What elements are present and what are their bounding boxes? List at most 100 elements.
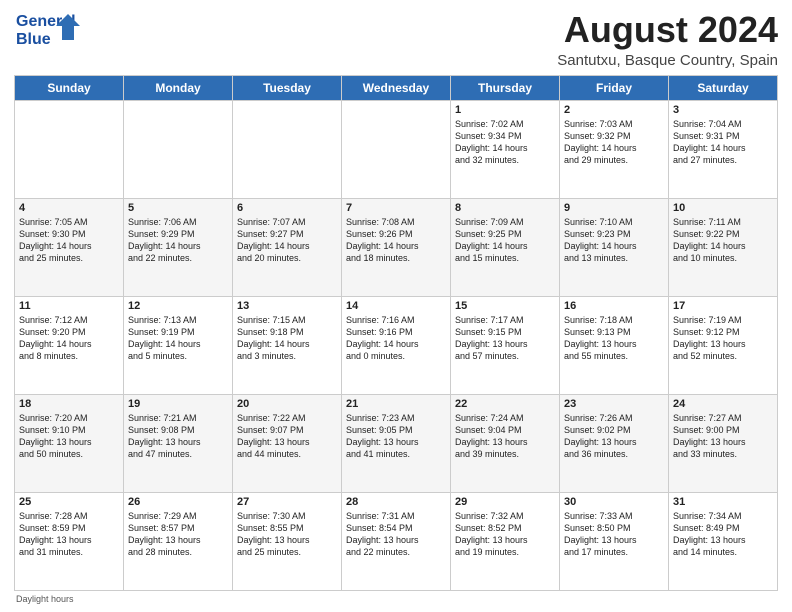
cell-info: Sunrise: 7:07 AM Sunset: 9:27 PM Dayligh… [237,216,337,265]
cell-day-number: 24 [673,398,773,410]
cell-info: Sunrise: 7:15 AM Sunset: 9:18 PM Dayligh… [237,314,337,363]
calendar-cell: 24 Sunrise: 7:27 AM Sunset: 9:00 PM Dayli… [669,394,778,492]
cell-day-number: 8 [455,202,555,214]
cell-info: Sunrise: 7:34 AM Sunset: 8:49 PM Dayligh… [673,510,773,559]
day-header-tuesday: Tuesday [233,75,342,100]
cell-day-number: 14 [346,300,446,312]
cell-info: Sunrise: 7:09 AM Sunset: 9:25 PM Dayligh… [455,216,555,265]
cell-day-number: 19 [128,398,228,410]
cell-day-number: 5 [128,202,228,214]
day-header-monday: Monday [124,75,233,100]
cell-info: Sunrise: 7:18 AM Sunset: 9:13 PM Dayligh… [564,314,664,363]
calendar-week-row: 4Sunrise: 7:05 AM Sunset: 9:30 PM Daylig… [15,198,778,296]
cell-info: Sunrise: 7:19 AM Sunset: 9:12 PM Dayligh… [673,314,773,363]
cell-day-number: 10 [673,202,773,214]
cell-info: Sunrise: 7:26 AM Sunset: 9:02 PM Dayligh… [564,412,664,461]
calendar-cell: 16 Sunrise: 7:18 AM Sunset: 9:13 PM Dayli… [560,296,669,394]
cell-day-number: 23 [564,398,664,410]
cell-info: Sunrise: 7:33 AM Sunset: 8:50 PM Dayligh… [564,510,664,559]
cell-day-number: 4 [19,202,119,214]
calendar-cell [233,100,342,198]
calendar-cell: 30Sunrise: 7:33 AM Sunset: 8:50 PM Dayli… [560,492,669,590]
cell-day-number: 29 [455,496,555,508]
cell-info: Sunrise: 7:21 AM Sunset: 9:08 PM Dayligh… [128,412,228,461]
calendar-cell: 7 Sunrise: 7:08 AM Sunset: 9:26 PM Daylig… [342,198,451,296]
calendar-header-row: SundayMondayTuesdayWednesdayThursdayFrid… [15,75,778,100]
calendar-subtitle: Santutxu, Basque Country, Spain [557,52,778,69]
cell-info: Sunrise: 7:06 AM Sunset: 9:29 PM Dayligh… [128,216,228,265]
cell-day-number: 7 [346,202,446,214]
cell-day-number: 31 [673,496,773,508]
svg-text:Blue: Blue [16,31,51,48]
calendar-cell: 11 Sunrise: 7:12 AM Sunset: 9:20 PM Dayli… [15,296,124,394]
calendar-cell: 22Sunrise: 7:24 AM Sunset: 9:04 PM Dayli… [451,394,560,492]
cell-day-number: 13 [237,300,337,312]
cell-day-number: 15 [455,300,555,312]
calendar-cell: 8 Sunrise: 7:09 AM Sunset: 9:25 PM Daylig… [451,198,560,296]
cell-day-number: 6 [237,202,337,214]
calendar-week-row: 1Sunrise: 7:02 AM Sunset: 9:34 PM Daylig… [15,100,778,198]
calendar-cell: 29 Sunrise: 7:32 AM Sunset: 8:52 PM Dayli… [451,492,560,590]
day-header-thursday: Thursday [451,75,560,100]
cell-info: Sunrise: 7:08 AM Sunset: 9:26 PM Dayligh… [346,216,446,265]
calendar-cell: 26 Sunrise: 7:29 AM Sunset: 8:57 PM Dayli… [124,492,233,590]
cell-day-number: 20 [237,398,337,410]
calendar-table: SundayMondayTuesdayWednesdayThursdayFrid… [14,75,778,591]
cell-day-number: 11 [19,300,119,312]
day-header-saturday: Saturday [669,75,778,100]
calendar-cell: 9Sunrise: 7:10 AM Sunset: 9:23 PM Daylig… [560,198,669,296]
logo: GeneralBlue [14,10,84,50]
calendar-cell: 5 Sunrise: 7:06 AM Sunset: 9:29 PM Daylig… [124,198,233,296]
cell-info: Sunrise: 7:12 AM Sunset: 9:20 PM Dayligh… [19,314,119,363]
cell-info: Sunrise: 7:22 AM Sunset: 9:07 PM Dayligh… [237,412,337,461]
calendar-cell: 14 Sunrise: 7:16 AM Sunset: 9:16 PM Dayli… [342,296,451,394]
calendar-cell: 10 Sunrise: 7:11 AM Sunset: 9:22 PM Dayli… [669,198,778,296]
cell-info: Sunrise: 7:13 AM Sunset: 9:19 PM Dayligh… [128,314,228,363]
footer-note: Daylight hours [14,594,778,604]
cell-info: Sunrise: 7:04 AM Sunset: 9:31 PM Dayligh… [673,118,773,167]
cell-day-number: 1 [455,104,555,116]
cell-day-number: 27 [237,496,337,508]
calendar-cell: 20 Sunrise: 7:22 AM Sunset: 9:07 PM Dayli… [233,394,342,492]
cell-day-number: 18 [19,398,119,410]
calendar-cell [342,100,451,198]
calendar-cell: 3Sunrise: 7:04 AM Sunset: 9:31 PM Daylig… [669,100,778,198]
cell-info: Sunrise: 7:20 AM Sunset: 9:10 PM Dayligh… [19,412,119,461]
calendar-cell: 4Sunrise: 7:05 AM Sunset: 9:30 PM Daylig… [15,198,124,296]
cell-info: Sunrise: 7:16 AM Sunset: 9:16 PM Dayligh… [346,314,446,363]
calendar-title: August 2024 [557,10,778,50]
calendar-cell: 25Sunrise: 7:28 AM Sunset: 8:59 PM Dayli… [15,492,124,590]
calendar-cell: 2 Sunrise: 7:03 AM Sunset: 9:32 PM Daylig… [560,100,669,198]
calendar-cell [15,100,124,198]
title-block: August 2024 Santutxu, Basque Country, Sp… [557,10,778,69]
cell-day-number: 21 [346,398,446,410]
cell-info: Sunrise: 7:23 AM Sunset: 9:05 PM Dayligh… [346,412,446,461]
cell-day-number: 16 [564,300,664,312]
cell-info: Sunrise: 7:27 AM Sunset: 9:00 PM Dayligh… [673,412,773,461]
day-header-wednesday: Wednesday [342,75,451,100]
cell-info: Sunrise: 7:31 AM Sunset: 8:54 PM Dayligh… [346,510,446,559]
calendar-cell: 17 Sunrise: 7:19 AM Sunset: 9:12 PM Dayli… [669,296,778,394]
cell-info: Sunrise: 7:11 AM Sunset: 9:22 PM Dayligh… [673,216,773,265]
cell-day-number: 2 [564,104,664,116]
header: GeneralBlue August 2024 Santutxu, Basque… [14,10,778,69]
cell-info: Sunrise: 7:03 AM Sunset: 9:32 PM Dayligh… [564,118,664,167]
calendar-week-row: 11 Sunrise: 7:12 AM Sunset: 9:20 PM Dayli… [15,296,778,394]
calendar-cell: 1Sunrise: 7:02 AM Sunset: 9:34 PM Daylig… [451,100,560,198]
calendar-cell: 6 Sunrise: 7:07 AM Sunset: 9:27 PM Daylig… [233,198,342,296]
cell-day-number: 26 [128,496,228,508]
cell-info: Sunrise: 7:29 AM Sunset: 8:57 PM Dayligh… [128,510,228,559]
calendar-cell: 18 Sunrise: 7:20 AM Sunset: 9:10 PM Dayli… [15,394,124,492]
calendar-week-row: 25Sunrise: 7:28 AM Sunset: 8:59 PM Dayli… [15,492,778,590]
cell-info: Sunrise: 7:32 AM Sunset: 8:52 PM Dayligh… [455,510,555,559]
calendar-week-row: 18 Sunrise: 7:20 AM Sunset: 9:10 PM Dayli… [15,394,778,492]
cell-info: Sunrise: 7:24 AM Sunset: 9:04 PM Dayligh… [455,412,555,461]
cell-day-number: 28 [346,496,446,508]
cell-day-number: 17 [673,300,773,312]
calendar-cell: 21 Sunrise: 7:23 AM Sunset: 9:05 PM Dayli… [342,394,451,492]
logo-icon: GeneralBlue [14,10,84,50]
cell-day-number: 12 [128,300,228,312]
calendar-cell: 13 Sunrise: 7:15 AM Sunset: 9:18 PM Dayli… [233,296,342,394]
calendar-page: GeneralBlue August 2024 Santutxu, Basque… [0,0,792,612]
calendar-cell: 31 Sunrise: 7:34 AM Sunset: 8:49 PM Dayli… [669,492,778,590]
